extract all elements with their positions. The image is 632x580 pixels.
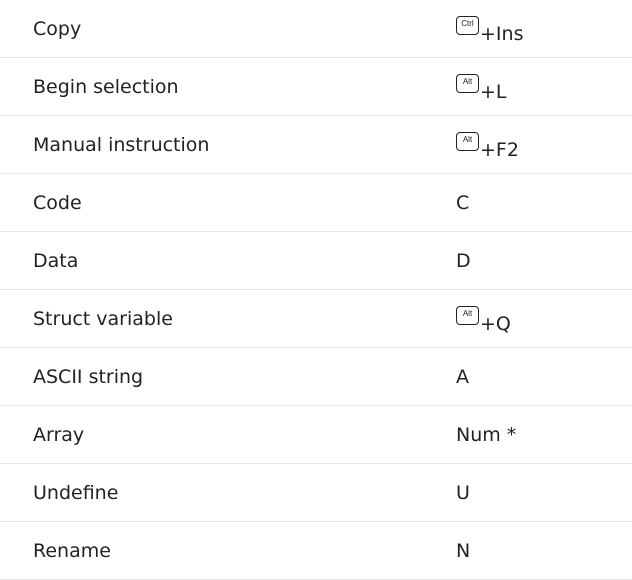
action-label: Manual instruction xyxy=(33,133,210,156)
key-suffix: +L xyxy=(480,80,507,103)
key-combo: Alt +F2 xyxy=(456,131,519,161)
key-label: C xyxy=(456,191,470,214)
key-combo: Alt +Q xyxy=(456,305,511,335)
key-combo: Ctrl +Ins xyxy=(456,15,524,45)
key-suffix: +F2 xyxy=(480,138,519,161)
table-row: Array Num * xyxy=(0,406,632,464)
shortcut-keys: Num * xyxy=(456,406,632,464)
table-row: Copy Ctrl +Ins xyxy=(0,0,632,58)
action-label: Code xyxy=(33,191,82,214)
table-row: Code C xyxy=(0,174,632,232)
table-row: Struct variable Alt +Q xyxy=(0,290,632,348)
ctrl-key-icon: Ctrl xyxy=(456,15,479,35)
shortcut-keys: Alt +F2 xyxy=(456,116,632,174)
key-label: D xyxy=(456,249,471,272)
alt-key-icon: Alt xyxy=(456,305,479,325)
key-label: A xyxy=(456,365,469,388)
key-combo: Alt +L xyxy=(456,73,507,103)
shortcut-keys: C xyxy=(456,174,632,232)
key-label: N xyxy=(456,539,471,562)
table-row: Data D xyxy=(0,232,632,290)
table-row: Manual instruction Alt +F2 xyxy=(0,116,632,174)
key-suffix: +Ins xyxy=(480,22,524,45)
table-row: Begin selection Alt +L xyxy=(0,58,632,116)
key-suffix: +Q xyxy=(480,312,511,335)
table-row: ASCII string A xyxy=(0,348,632,406)
shortcut-keys: D xyxy=(456,232,632,290)
shortcut-table: Copy Ctrl +Ins Begin selection Alt +L Ma… xyxy=(0,0,632,580)
shortcut-keys: U xyxy=(456,464,632,522)
shortcut-keys: Alt +Q xyxy=(456,290,632,348)
action-label: Undefine xyxy=(33,481,119,504)
action-label: Copy xyxy=(33,17,82,40)
action-label: Begin selection xyxy=(33,75,179,98)
key-label: Num * xyxy=(456,423,517,446)
action-label: Rename xyxy=(33,539,111,562)
shortcut-keys: N xyxy=(456,522,632,580)
key-label: U xyxy=(456,481,470,504)
shortcut-keys: Ctrl +Ins xyxy=(456,0,632,58)
action-label: Data xyxy=(33,249,79,272)
table-row: Undefine U xyxy=(0,464,632,522)
alt-key-icon: Alt xyxy=(456,73,479,93)
shortcut-keys: Alt +L xyxy=(456,58,632,116)
shortcut-keys: A xyxy=(456,348,632,406)
action-label: ASCII string xyxy=(33,365,144,388)
action-label: Struct variable xyxy=(33,307,173,330)
table-row: Rename N xyxy=(0,522,632,580)
action-label: Array xyxy=(33,423,85,446)
alt-key-icon: Alt xyxy=(456,131,479,151)
